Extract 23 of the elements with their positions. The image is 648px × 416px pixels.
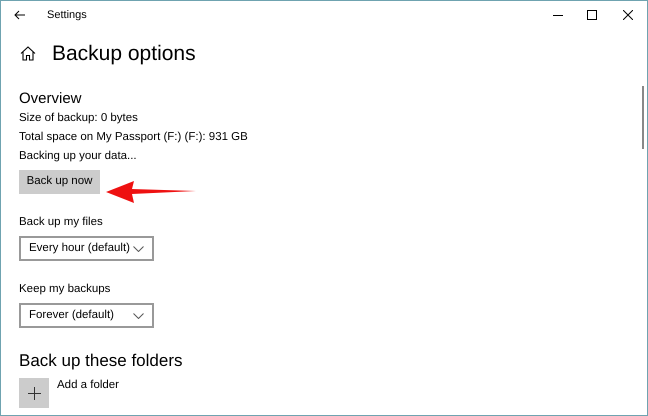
window-title: Settings xyxy=(47,8,87,23)
section-heading: Overview xyxy=(19,89,83,109)
info-text: Total space on My Passport (F:) (F:): 931 GB xyxy=(19,130,249,145)
minimize-icon xyxy=(553,14,563,16)
info-text: Size of backup: 0 bytes xyxy=(19,111,139,126)
dropdown[interactable]: Every hour (default) xyxy=(19,236,154,261)
home-icon xyxy=(20,46,36,60)
plus-icon xyxy=(28,386,40,400)
dropdown-label: Keep my backups xyxy=(19,282,112,297)
section-heading: Back up these folders xyxy=(19,350,184,372)
close-icon xyxy=(623,10,633,20)
back-up-now-button[interactable]: Back up now xyxy=(19,170,100,194)
add-folder-label: Add a folder xyxy=(57,378,120,393)
add-folder-button[interactable] xyxy=(19,378,49,408)
chevron-down-icon xyxy=(133,246,144,252)
scrollbar[interactable] xyxy=(642,86,644,149)
dropdown[interactable]: Forever (default) xyxy=(19,303,154,328)
info-text: Backing up your data... xyxy=(19,149,138,164)
dropdown-label: Back up my files xyxy=(19,215,104,230)
page-title: Backup options xyxy=(52,42,196,64)
maximize-icon xyxy=(587,10,597,20)
back-arrow-icon xyxy=(14,10,26,20)
chevron-down-icon xyxy=(133,312,144,318)
